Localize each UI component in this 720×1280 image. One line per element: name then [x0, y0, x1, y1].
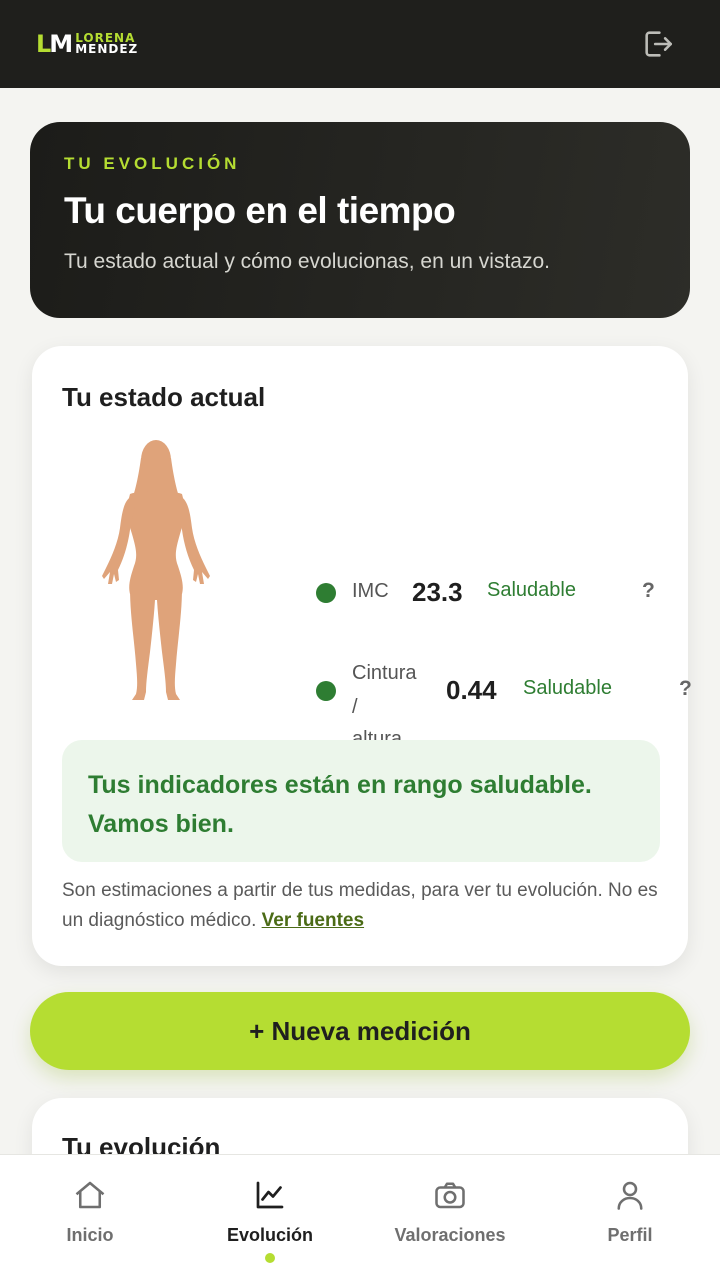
home-icon [75, 1181, 105, 1209]
user-icon [617, 1181, 643, 1210]
logout-icon [645, 31, 673, 57]
nav-item-evolucion[interactable]: Evolución [180, 1155, 360, 1280]
sources-link[interactable]: Ver fuentes [262, 910, 364, 931]
brand-logo[interactable]: LM LORENA MENDEZ [36, 30, 139, 58]
nav-label-evolucion: Evolución [226, 1225, 313, 1245]
metric-waist-height-label-1: Cintura [352, 662, 417, 684]
new-measurement-button[interactable]: + Nueva medición [30, 992, 690, 1070]
bottom-navigation: Inicio Evolución Valoraciones Perfil [0, 1154, 720, 1280]
nav-label-valoraciones: Valoraciones [394, 1225, 506, 1245]
logo-monogram: LM [36, 30, 73, 58]
current-status-card: Tu estado actual IMC 23.3 Saludable ? Ci… [32, 346, 692, 966]
metric-bmi-status: Saludable [487, 579, 576, 601]
hero-card: TU EVOLUCIÓN Tu cuerpo en el tiempo Tu e… [30, 122, 690, 318]
nav-label-perfil: Perfil [607, 1225, 653, 1245]
logo-line-2: MENDEZ [75, 42, 139, 56]
disclaimer-text: Son estimaciones a partir de tus medidas… [62, 876, 662, 937]
metric-waist-height-help-button[interactable]: ? [679, 677, 692, 701]
current-status-title: Tu estado actual [62, 382, 266, 412]
status-dot [316, 681, 336, 701]
metric-bmi-label: IMC [352, 580, 389, 602]
app-root: LM LORENA MENDEZ TU EVOLUCIÓN Tu cuerpo … [0, 0, 720, 1280]
nav-item-perfil[interactable]: Perfil [540, 1155, 720, 1280]
metric-waist-height-value: 0.44 [446, 675, 497, 705]
nav-item-inicio[interactable]: Inicio [0, 1155, 180, 1280]
body-silhouette-icon [102, 440, 210, 700]
metric-waist-height-status: Saludable [523, 677, 612, 699]
hero-title: Tu cuerpo en el tiempo [64, 190, 456, 231]
nav-label-inicio: Inicio [66, 1225, 114, 1245]
metric-bmi-value: 23.3 [412, 577, 463, 607]
healthy-range-banner: Tus indicadores están en rango saludable… [62, 740, 660, 862]
logo-wordmark: LORENA MENDEZ [75, 31, 139, 56]
hero-subtitle: Tu estado actual y cómo evolucionas, en … [64, 250, 550, 273]
chart-icon [256, 1181, 284, 1209]
camera-icon [435, 1182, 465, 1209]
active-indicator [265, 1253, 275, 1263]
nav-item-valoraciones[interactable]: Valoraciones [360, 1155, 540, 1280]
metric-bmi-help-button[interactable]: ? [642, 579, 655, 603]
status-dot [316, 583, 336, 603]
top-bar: LM LORENA MENDEZ [0, 0, 720, 88]
logout-button[interactable] [640, 26, 676, 62]
hero-eyebrow: TU EVOLUCIÓN [64, 154, 241, 173]
